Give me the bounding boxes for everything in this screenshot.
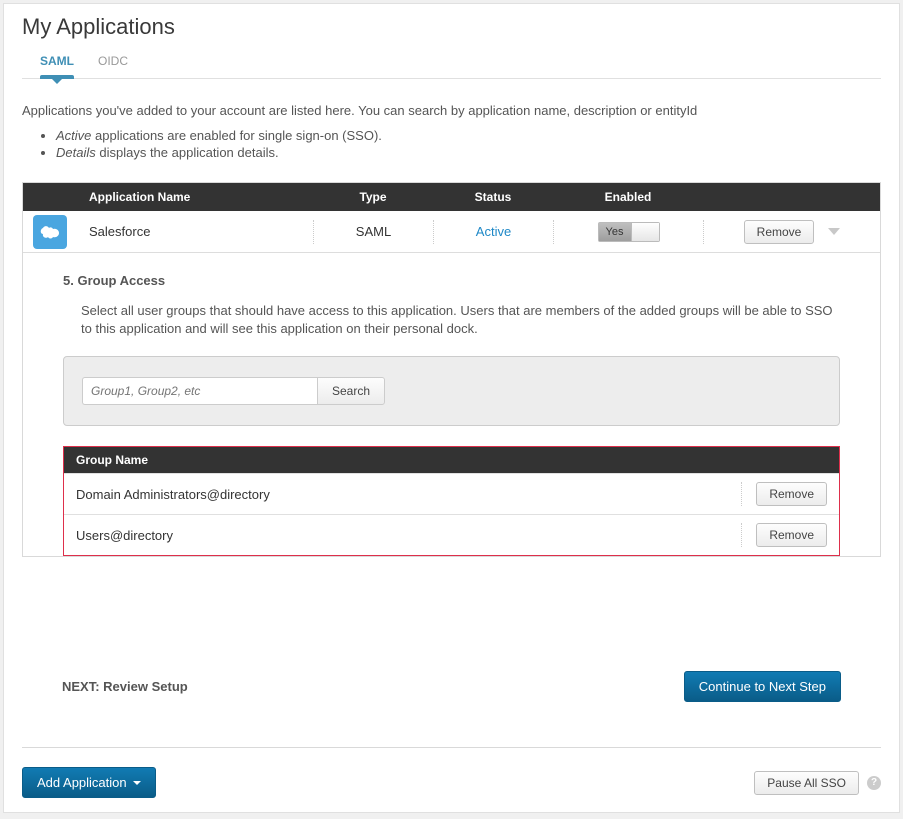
remove-group-button[interactable]: Remove	[756, 523, 827, 547]
intro: Applications you've added to your accoun…	[4, 79, 899, 172]
group-name: Users@directory	[76, 528, 173, 543]
group-table: Group Name Domain Administrators@directo…	[63, 446, 840, 556]
col-header-status: Status	[433, 190, 553, 204]
pause-all-sso-button[interactable]: Pause All SSO	[754, 771, 859, 795]
tabs: SAML OIDC	[22, 48, 881, 79]
step-footer: NEXT: Review Setup Continue to Next Step	[22, 631, 881, 742]
applications-header-row: Application Name Type Status Enabled	[23, 183, 880, 211]
step-group-access: 5. Group Access Select all user groups t…	[23, 253, 880, 556]
add-application-button[interactable]: Add Application	[22, 767, 156, 798]
app-name: Salesforce	[83, 224, 313, 239]
group-row: Users@directory Remove	[64, 514, 839, 555]
group-search-input[interactable]	[82, 377, 317, 405]
remove-group-button[interactable]: Remove	[756, 482, 827, 506]
group-row: Domain Administrators@directory Remove	[64, 473, 839, 514]
step-description: Select all user groups that should have …	[63, 302, 840, 356]
continue-button[interactable]: Continue to Next Step	[684, 671, 841, 702]
application-row: Salesforce SAML Active Yes Remove	[23, 211, 880, 253]
expand-row-icon[interactable]	[828, 228, 840, 235]
group-search-button[interactable]: Search	[317, 377, 385, 405]
chevron-down-icon	[133, 781, 141, 785]
intro-bullet: Active applications are enabled for sing…	[56, 128, 881, 143]
tab-saml[interactable]: SAML	[40, 48, 74, 78]
next-step-label: NEXT: Review Setup	[62, 679, 188, 694]
group-table-header: Group Name	[64, 447, 839, 473]
page-title: My Applications	[4, 4, 899, 48]
intro-text: Applications you've added to your accoun…	[22, 103, 881, 118]
col-header-type: Type	[313, 190, 433, 204]
app-status-link[interactable]: Active	[476, 224, 511, 239]
tab-oidc[interactable]: OIDC	[98, 48, 128, 78]
group-name: Domain Administrators@directory	[76, 487, 270, 502]
col-header-enabled: Enabled	[553, 190, 703, 204]
salesforce-icon	[33, 215, 67, 249]
page-footer: Add Application Pause All SSO ?	[22, 767, 881, 798]
remove-application-button[interactable]: Remove	[744, 220, 815, 244]
col-header-name: Application Name	[83, 190, 313, 204]
app-type: SAML	[313, 220, 433, 244]
group-search-container: Search	[63, 356, 840, 426]
help-icon[interactable]: ?	[867, 776, 881, 790]
intro-bullet: Details displays the application details…	[56, 145, 881, 160]
enabled-toggle[interactable]: Yes	[598, 222, 660, 242]
applications-panel: Application Name Type Status Enabled Sal…	[22, 182, 881, 557]
step-title: 5. Group Access	[63, 273, 840, 288]
